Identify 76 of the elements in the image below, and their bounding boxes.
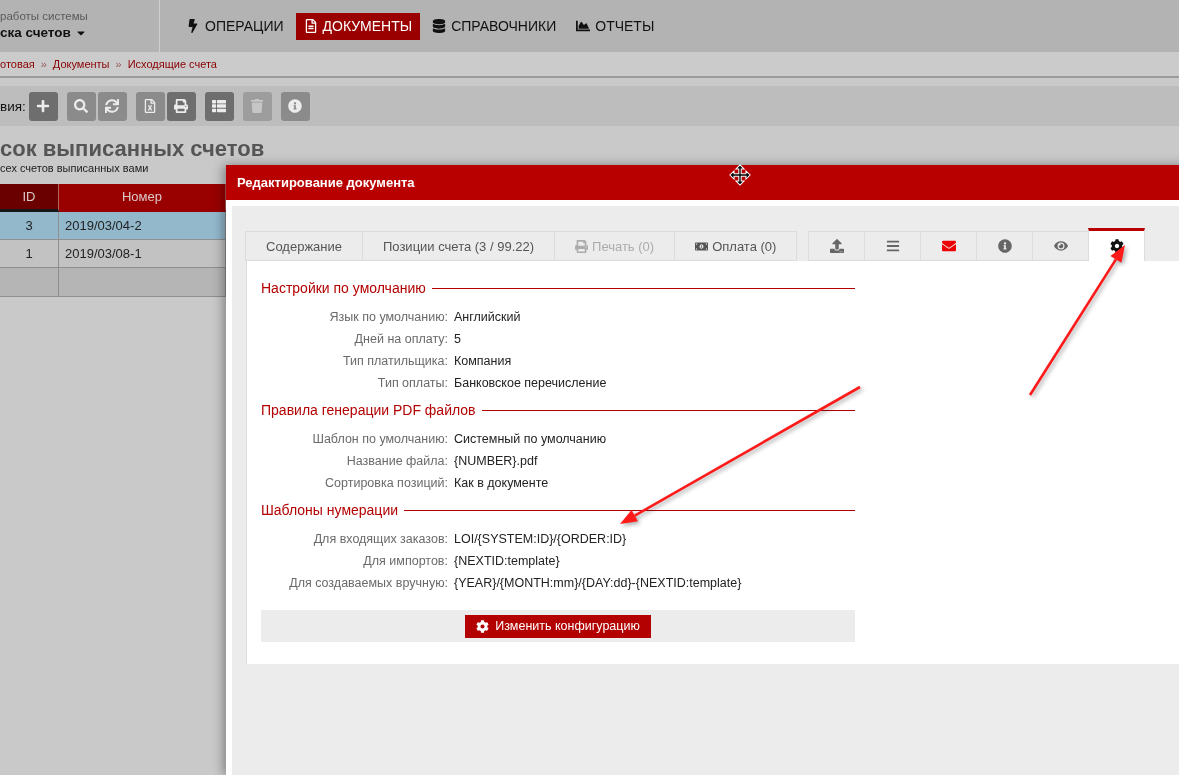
field-value: 5	[454, 331, 461, 348]
field-label: Название файла:	[345, 453, 448, 470]
field-label: Сортировка позиций:	[324, 475, 448, 492]
column-header[interactable]: Номер	[59, 184, 226, 212]
configure-button[interactable]: Изменить конфигурацию	[465, 614, 651, 638]
add-button[interactable]	[28, 91, 58, 121]
field-value: {YEAR}/{MONTH:mm}/{DAY:dd}-{NEXTID:template}	[454, 575, 742, 592]
toolbar-label: вия:	[0, 98, 26, 114]
system-caption: работы системы	[0, 10, 88, 22]
field-value: Компания	[454, 353, 512, 370]
table-cell: 3	[0, 212, 59, 240]
table-cell: 2019/03/08-1	[59, 240, 226, 268]
move-cursor-icon	[729, 164, 751, 186]
page-subtitle: сех счетов выписанных вами	[0, 162, 149, 174]
mail-tab[interactable]	[920, 231, 978, 261]
table-cell: 2019/03/04-2	[59, 212, 226, 240]
info-button[interactable]	[280, 91, 310, 121]
search-icon	[74, 99, 89, 113]
document-icon	[303, 19, 318, 33]
printer-icon	[174, 99, 189, 113]
spreadsheet-file-icon	[143, 99, 158, 113]
breadcrumb-link[interactable]: Исходящие счета	[127, 58, 217, 70]
field-value: Как в документе	[454, 475, 549, 492]
column-header[interactable]: ID	[0, 184, 59, 212]
field-label: Тип платильщика:	[342, 353, 448, 370]
settings-icon	[476, 619, 490, 633]
breadcrumb-link[interactable]: отовая	[0, 58, 35, 70]
tab[interactable]: Содержание	[245, 231, 363, 261]
info-tab[interactable]	[976, 231, 1034, 261]
settings-tab[interactable]	[1088, 228, 1146, 261]
list-icon	[212, 99, 227, 113]
section-title: Настройки по умолчанию	[261, 280, 426, 296]
field-label: Язык по умолчанию:	[328, 309, 448, 326]
page-title: сок выписанных счетов	[0, 136, 265, 161]
breadcrumb-separator: »	[115, 58, 122, 70]
info-icon	[288, 99, 303, 113]
section-title: Шаблоны нумерации	[261, 502, 399, 518]
table-cell: 1	[0, 240, 59, 268]
export-button[interactable]	[135, 91, 165, 121]
nav-item[interactable]: ОТЧЕТЫ	[568, 12, 663, 40]
field-value: LOI/{SYSTEM:ID}/{ORDER:ID}	[454, 531, 627, 548]
field-label: Для создаваемых вручную:	[288, 575, 448, 592]
upload-tab[interactable]	[808, 231, 866, 261]
refresh-button[interactable]	[97, 91, 127, 121]
plus-icon	[36, 99, 51, 113]
field-value: {NEXTID:template}	[454, 553, 560, 570]
field-label: Шаблон по умолчанию:	[311, 431, 448, 448]
database-icon	[432, 19, 447, 33]
nav-item[interactable]: ОПЕРАЦИИ	[178, 12, 292, 40]
refresh-icon	[105, 99, 120, 113]
field-label: Для импортов:	[362, 553, 448, 570]
area-chart-icon	[576, 19, 591, 33]
bolt-icon	[186, 19, 200, 33]
field-value: {NUMBER}.pdf	[454, 453, 538, 470]
modal-title: Редактирование документа	[237, 175, 415, 190]
printer-icon	[575, 239, 589, 253]
field-label: Для входящих заказов:	[312, 531, 448, 548]
breadcrumb-link[interactable]: Документы	[52, 58, 110, 70]
list-tab[interactable]	[864, 231, 922, 261]
field-label: Тип оплаты:	[376, 375, 448, 392]
preview-tab[interactable]	[1032, 231, 1090, 261]
tab[interactable]: Оплата (0)	[674, 231, 798, 261]
nav-item[interactable]: ДОКУМЕНТЫ	[295, 12, 421, 40]
trash-icon	[250, 99, 265, 113]
print-button[interactable]	[166, 91, 196, 121]
field-value: Банковское перечисление	[454, 375, 607, 392]
account-menu[interactable]: ска счетов	[0, 25, 87, 40]
field-value: Системный по умолчанию	[454, 431, 607, 448]
section-title: Правила генерации PDF файлов	[261, 402, 476, 418]
search-button[interactable]	[66, 91, 96, 121]
list-view-button[interactable]	[204, 91, 234, 121]
field-label: Дней на оплату:	[353, 331, 448, 348]
tab[interactable]: Позиции счета (3 / 99.22)	[362, 231, 556, 261]
field-value: Английский	[454, 309, 521, 326]
nav-item[interactable]: СПРАВОЧНИКИ	[424, 12, 565, 40]
breadcrumb-separator: »	[40, 58, 47, 70]
